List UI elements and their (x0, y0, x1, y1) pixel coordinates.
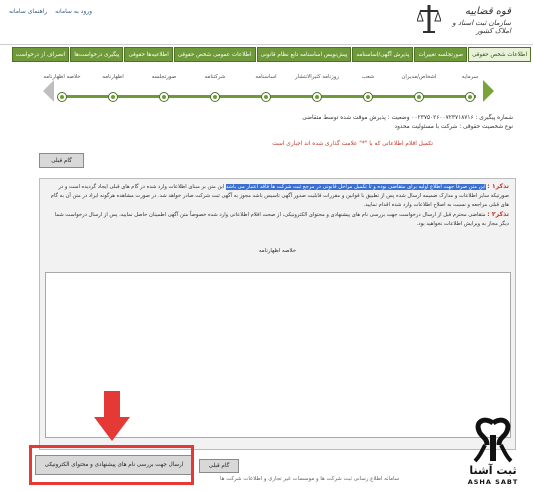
footer-text: سامانه اطلاع رسانی ثبت شرکت ها و موسسات … (220, 476, 400, 482)
stepper-step[interactable]: شعب (342, 74, 394, 101)
note-1-tag: تذکر۱ : (487, 183, 509, 190)
main-nav: اطلاعات شخص حقوقی صورتجلسه تغییرات پذیرش… (0, 44, 533, 64)
stepper-step-dot (262, 93, 270, 101)
stepper-step-label: خلاصه اظهارنامه (43, 74, 81, 80)
note-2-tag: تذکر۲ : (487, 211, 509, 218)
stepper-step-label: روزنامه کثیرالانتشار (295, 74, 339, 80)
entity-type-line: نوع شخصیت حقوقی : شرکت با مسئولیت محدود (394, 124, 514, 130)
brand-logo: ثبت آشنا ASHA SABT (455, 415, 531, 489)
stepper-step-dot (109, 93, 117, 101)
note-2-text: متقاضی محترم قبل از ارسال درخواست جهت بر… (54, 212, 509, 227)
header: ورود به سامانه راهنمای سامانه قوه قضاییه… (0, 0, 533, 44)
request-info: شماره پیگیری : ۰۰۲۳۷۵۰۲۶۰۰۷۲۳۷۱۸۷۱۶ وضعی… (33, 114, 513, 132)
nav-item-track-requests[interactable]: پیگیری درخواست‌ها (70, 47, 124, 62)
logo-line-1: قوه قضاییه (464, 6, 511, 17)
prev-step-button-bottom[interactable]: گام قبلی (199, 459, 239, 473)
stepper-step-label: اظهارنامه (102, 74, 124, 80)
help-link[interactable]: راهنمای سامانه (9, 8, 47, 15)
stepper-step-dot (466, 93, 474, 101)
nav-item-legal-entity-info[interactable]: اطلاعات شخص حقوقی (468, 47, 531, 62)
note-1-highlight: این متن صرفاً جهت اطلاع اولیه برای متقاض… (225, 184, 486, 190)
down-arrow-icon (94, 391, 130, 441)
stepper-step[interactable]: روزنامه کثیرالانتشار (291, 74, 343, 101)
stepper-step-dot (313, 93, 321, 101)
highlight-box (29, 445, 194, 485)
stepper-step[interactable]: صورتجلسه (138, 74, 190, 101)
login-link[interactable]: ورود به سامانه (55, 8, 92, 15)
brand-latin: ASHA SABT (467, 478, 519, 486)
stepper-step[interactable]: اشخاص/مدیران (393, 74, 445, 101)
prev-step-button-top[interactable]: گام قبلی (39, 153, 84, 168)
logo-text: قوه قضاییه سازمان ثبت اسناد و املاک کشور (441, 6, 511, 35)
nav-item-cancel-request[interactable]: انصراف از درخواست (11, 47, 70, 62)
stepper-step-dot (160, 93, 168, 101)
tracking-status-line: شماره پیگیری : ۰۰۲۳۷۵۰۲۶۰۰۷۲۳۷۱۸۷۱۶ وضعی… (302, 115, 513, 121)
stepper-step-label: شعب (361, 74, 375, 80)
brand-mark-icon (473, 417, 513, 463)
stepper-step[interactable]: سرمایه (444, 74, 496, 101)
stepper-step[interactable]: شرکتنامه (189, 74, 241, 101)
nav-item-ad-acceptance[interactable]: پذیرش آگهی/اساسنامه (352, 47, 414, 62)
stepper-step-dot (58, 93, 66, 101)
summary-textarea-label: خلاصه اظهارنامه (258, 248, 297, 254)
stepper-step-dot (415, 93, 423, 101)
stepper-step[interactable]: اظهارنامه (87, 74, 139, 101)
brand-name: ثبت آشنا (469, 464, 517, 477)
stepper-step-label: اشخاص/مدیران (401, 74, 437, 80)
top-links: ورود به سامانه راهنمای سامانه (6, 8, 95, 15)
nav-item-public-info[interactable]: اطلاعات عمومی شخص حقوقی (173, 47, 256, 62)
stepper-step-label: شرکتنامه (204, 74, 226, 80)
panel-notes: تذکر۱ : این متن صرفاً جهت اطلاع اولیه بر… (45, 182, 509, 229)
stepper-step-dot (364, 93, 372, 101)
nav-item-draft-articles[interactable]: پیش‌نویس اساسنامه تابع نظام قانونی (256, 47, 352, 62)
stepper-step[interactable]: اساسنامه (240, 74, 292, 101)
stepper-step-dot (211, 93, 219, 101)
nav-item-change-minutes[interactable]: صورتجلسه تغییرات (414, 47, 468, 62)
nav-item-legal-notices[interactable]: اطلاعیه‌ها حقوقی (124, 47, 173, 62)
required-fields-note: تکمیل اقلام اطلاعاتی که با "*" علامت گذا… (272, 141, 433, 147)
judiciary-emblem-icon (417, 5, 441, 33)
stepper-step-label: صورتجلسه (151, 74, 177, 80)
stepper-step[interactable]: خلاصه اظهارنامه (36, 74, 88, 101)
stepper-step-label: اساسنامه (255, 74, 277, 80)
stepper-step-label: سرمایه (461, 74, 479, 80)
logo-line-2: سازمان ثبت اسناد و املاک کشور (452, 19, 511, 35)
